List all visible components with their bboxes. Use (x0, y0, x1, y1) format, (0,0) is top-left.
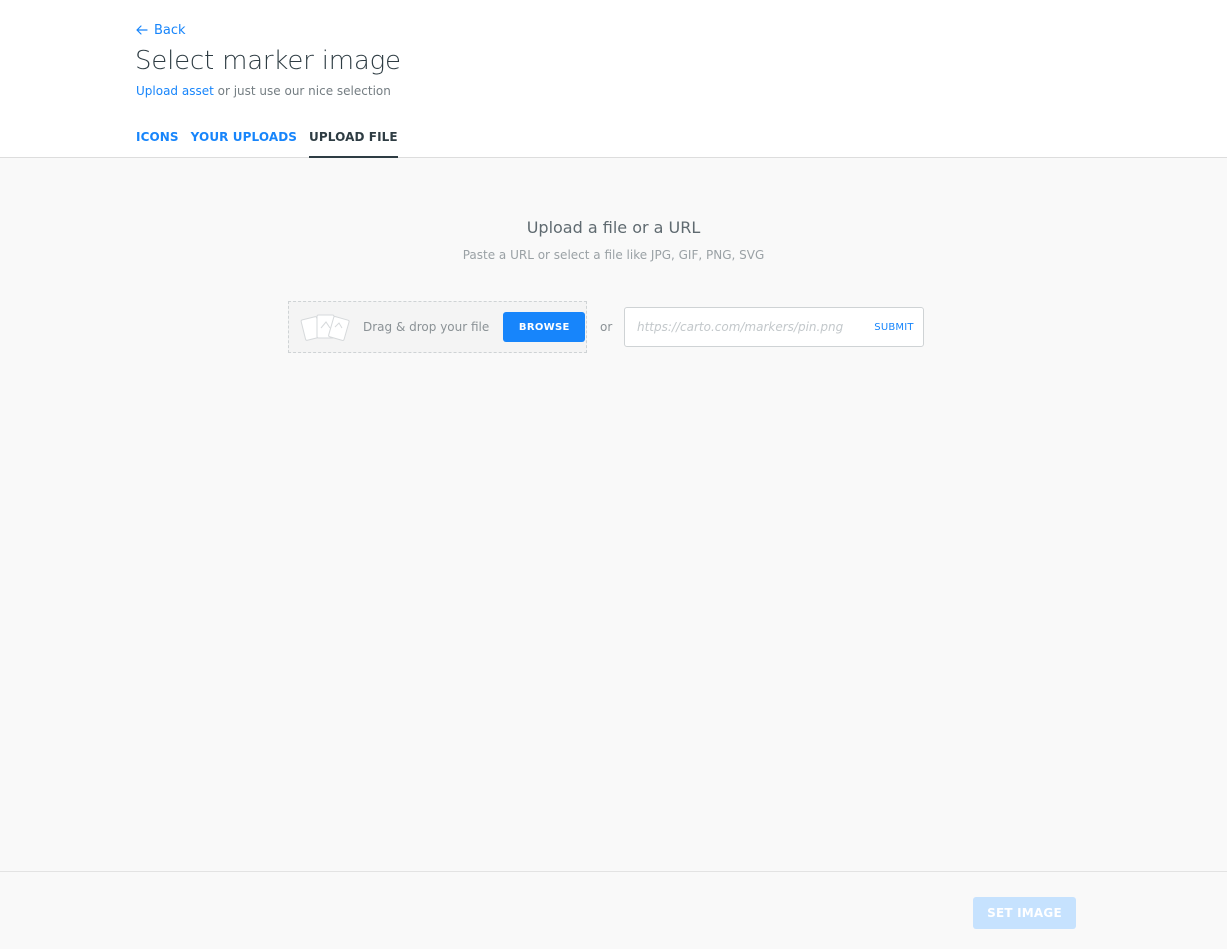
upload-title: Upload a file or a URL (526, 218, 701, 237)
tab-bar: ICONS YOUR UPLOADS UPLOAD FILE (136, 128, 398, 158)
upload-panel: Upload a file or a URL Paste a URL or se… (0, 158, 1227, 871)
set-image-button[interactable]: SET IMAGE (973, 897, 1076, 929)
url-input[interactable] (625, 308, 865, 346)
or-separator: or (600, 320, 613, 334)
files-icon (299, 309, 355, 345)
header: Back Select marker image Upload asset or… (0, 0, 1227, 158)
back-link[interactable]: Back (136, 21, 186, 39)
upload-asset-link[interactable]: Upload asset (136, 84, 214, 98)
page-subtitle: Upload asset or just use our nice select… (136, 84, 391, 98)
browse-button[interactable]: BROWSE (503, 312, 586, 342)
page-title: Select marker image (135, 46, 401, 76)
dropzone-label: Drag & drop your file (363, 320, 490, 334)
footer: SET IMAGE (0, 871, 1227, 949)
arrow-left-icon (136, 25, 148, 35)
tab-your-uploads[interactable]: YOUR UPLOADS (191, 128, 297, 158)
file-dropzone[interactable]: Drag & drop your file BROWSE (288, 301, 587, 353)
page: Back Select marker image Upload asset or… (0, 0, 1227, 949)
upload-subtitle: Paste a URL or select a file like JPG, G… (462, 248, 765, 262)
back-label: Back (154, 22, 186, 38)
tab-upload-file[interactable]: UPLOAD FILE (309, 128, 398, 158)
subtitle-text: or just use our nice selection (213, 84, 391, 98)
tab-icons[interactable]: ICONS (136, 128, 179, 158)
submit-button[interactable]: SUBMIT (865, 308, 923, 346)
url-form: SUBMIT (624, 307, 924, 347)
